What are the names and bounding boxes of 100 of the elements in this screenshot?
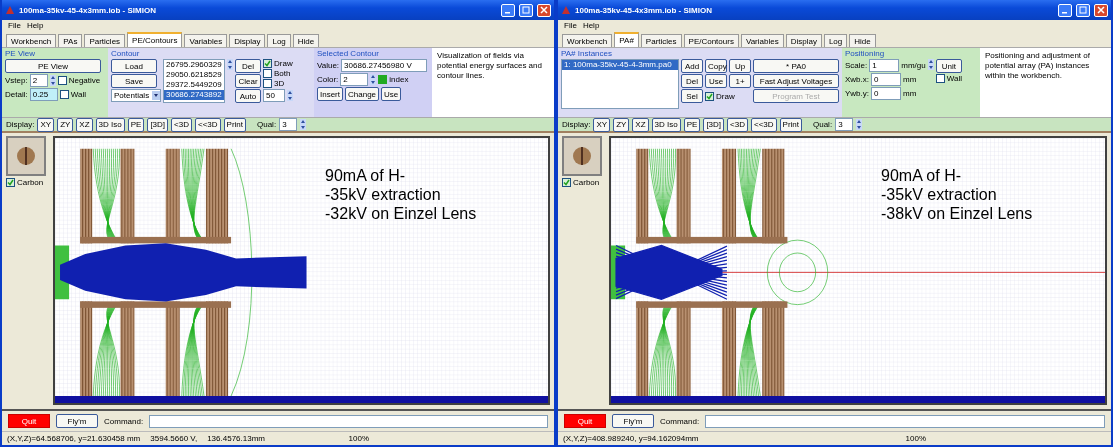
horizontal-scrollbar[interactable] (611, 396, 1105, 403)
tab[interactable]: Hide (849, 34, 876, 47)
menu-item[interactable]: File (564, 21, 577, 30)
view-button[interactable]: <<3D (750, 117, 777, 132)
tab[interactable]: PA# (614, 32, 639, 47)
checkbox[interactable] (263, 59, 272, 68)
view-button[interactable]: <3D (727, 117, 748, 132)
contour-list-item[interactable]: 29372.5449209 (164, 80, 224, 90)
fly-button[interactable]: Fly'm (612, 414, 654, 428)
pa-thumbnail[interactable] (562, 136, 602, 176)
tab[interactable]: Particles (640, 34, 682, 47)
pa-thumbnail[interactable] (6, 136, 46, 176)
close-button[interactable] (1094, 3, 1108, 17)
view-button[interactable]: ZY (57, 117, 74, 132)
potentials-dropdown[interactable]: Potentials (111, 89, 161, 102)
tab[interactable]: PE/Contours (127, 32, 183, 47)
contour-action-button[interactable]: Insert (317, 87, 343, 101)
instance-list-item[interactable]: 1: 100ma-35kv-45-4-3mm.pa0 (562, 60, 678, 70)
view-button[interactable]: XZ (632, 117, 649, 132)
pe-view-button[interactable]: PE View (5, 59, 101, 73)
fast-adjust-button[interactable]: Fast Adjust Voltages (753, 74, 839, 88)
position-field[interactable]: 0 (871, 87, 901, 100)
view-button[interactable]: XY (593, 117, 611, 132)
tab[interactable]: PE/Contours (683, 34, 739, 47)
checkbox[interactable] (263, 79, 272, 88)
checkbox[interactable] (935, 74, 945, 83)
fly-button[interactable]: Fly'm (56, 414, 98, 428)
position-field[interactable]: 0 (871, 73, 901, 86)
clear-button[interactable]: Clear (235, 74, 261, 88)
checkbox[interactable] (57, 76, 67, 85)
instance-list[interactable]: 1: 100ma-35kv-45-4-3mm.pa0 (561, 59, 679, 109)
quality-field[interactable]: 3 (835, 118, 854, 131)
instance-action-button[interactable]: Add (681, 59, 703, 73)
del-button[interactable]: Del (235, 59, 261, 73)
position-field[interactable]: 1 (869, 59, 900, 72)
contour-action-button[interactable]: Change (345, 87, 380, 101)
tab[interactable]: Log (267, 34, 291, 47)
detail-field[interactable]: 0.25 (29, 88, 58, 101)
contour-list-item[interactable]: 26795.2960329 (164, 60, 224, 70)
instance-action-button[interactable]: Del (681, 74, 703, 88)
view-button[interactable]: Print (223, 117, 246, 132)
instance-action-button[interactable]: 1+ (729, 74, 751, 88)
color-field[interactable]: 2 (340, 73, 369, 86)
view-canvas[interactable]: 90mA of H- -35kV extraction -38kV on Einzel Lens (609, 136, 1107, 405)
maximize-button[interactable] (1076, 3, 1090, 17)
maximize-button[interactable] (519, 3, 533, 17)
spinner-icon[interactable] (227, 59, 233, 70)
menu-item[interactable]: File (8, 21, 21, 30)
checkbox[interactable] (263, 69, 272, 78)
command-field[interactable] (149, 414, 548, 428)
quit-button[interactable]: Quit (564, 414, 606, 428)
minimize-button[interactable] (501, 3, 515, 17)
tab[interactable]: Variables (184, 34, 228, 47)
vstep-field[interactable]: 2 (29, 74, 48, 87)
count-field[interactable]: 50 (263, 89, 285, 102)
command-field[interactable] (705, 414, 1105, 428)
instance-action-button[interactable]: Up (729, 59, 751, 73)
save-button[interactable]: Save (111, 74, 157, 88)
horizontal-scrollbar[interactable] (55, 396, 548, 403)
instance-action-button[interactable]: Sel (681, 89, 703, 103)
spinner-icon[interactable] (927, 59, 934, 70)
view-button[interactable]: PE (683, 117, 701, 132)
view-button[interactable]: ZY (613, 117, 630, 132)
tab[interactable]: Hide (292, 34, 320, 47)
contour-action-button[interactable]: Use (381, 87, 402, 101)
tab[interactable]: Log (823, 34, 848, 47)
dropdown-arrow-icon[interactable] (152, 91, 160, 100)
auto-button[interactable]: Auto (235, 89, 261, 103)
menu-item[interactable]: Help (26, 21, 44, 30)
tab[interactable]: Workbench (6, 34, 57, 47)
view-button[interactable]: <3D (171, 117, 192, 132)
contour-list[interactable]: 26795.2960329 29050.6218529 29372.5449209 30686.2743892 (163, 59, 225, 103)
spinner-icon[interactable] (370, 74, 377, 85)
view-button[interactable]: <<3D (194, 117, 221, 132)
view-button[interactable]: 3D Iso (651, 117, 681, 132)
checkbox[interactable] (6, 178, 15, 187)
spinner-icon[interactable] (49, 75, 56, 86)
close-button[interactable] (537, 3, 551, 17)
view-canvas[interactable]: 90mA of H- -35kV extraction -32kV on Einzel Lens (53, 136, 550, 405)
view-button[interactable]: XZ (76, 117, 93, 132)
value-field[interactable]: 30686.27456980 V (341, 59, 428, 72)
spinner-icon[interactable] (300, 119, 307, 130)
view-button[interactable]: 3D Iso (95, 117, 125, 132)
view-button[interactable]: Print (779, 117, 802, 132)
contour-list-item[interactable]: 30686.2743892 (164, 90, 224, 100)
load-button[interactable]: Load (111, 59, 157, 73)
view-button[interactable]: [3D] (703, 117, 725, 132)
checkbox[interactable] (705, 91, 714, 101)
minimize-button[interactable] (1058, 3, 1072, 17)
unit-button[interactable]: Unit (935, 59, 962, 73)
menu-item[interactable]: Help (582, 21, 600, 30)
tab[interactable]: Variables (740, 34, 784, 47)
contour-list-item[interactable]: 29050.6218529 (164, 70, 224, 80)
tab[interactable]: Display (785, 34, 822, 47)
view-button[interactable]: XY (37, 117, 55, 132)
checkbox[interactable] (59, 90, 69, 99)
checkbox[interactable] (562, 178, 571, 187)
spinner-icon[interactable] (856, 119, 863, 130)
spinner-icon[interactable] (287, 90, 293, 101)
view-button[interactable]: [3D] (147, 117, 169, 132)
